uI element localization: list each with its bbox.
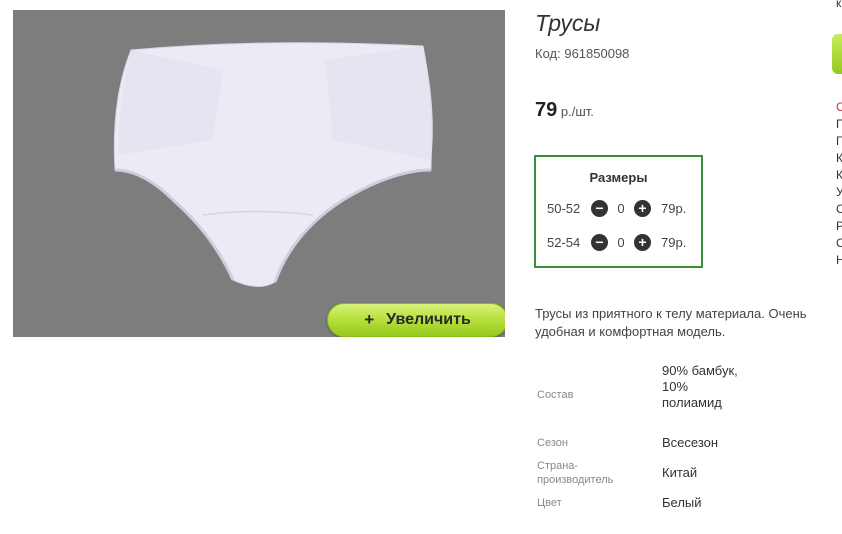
attr-label: Страна-производитель bbox=[537, 460, 614, 486]
product-code: Код: 961850098 bbox=[535, 46, 629, 61]
right-edge-text: У bbox=[836, 185, 842, 199]
size-row: 52-54 − 0 + 79р. bbox=[547, 232, 686, 252]
size-price: 79р. bbox=[661, 200, 687, 216]
size-label: 50-52 bbox=[547, 200, 581, 216]
product-image bbox=[113, 42, 433, 287]
plus-icon: + bbox=[364, 310, 375, 329]
attr-value: Белый bbox=[662, 495, 702, 510]
right-edge-text: П bbox=[836, 117, 842, 131]
minus-icon[interactable]: − bbox=[591, 233, 608, 251]
right-edge-text: К bbox=[836, 151, 842, 165]
zoom-button-label: Увеличить bbox=[386, 311, 471, 328]
quantity-value[interactable]: 0 bbox=[608, 201, 634, 216]
attr-label: Сезон bbox=[537, 437, 568, 449]
attr-value: 90% бамбук, 10% полиамид bbox=[662, 363, 738, 410]
side-green-tab[interactable] bbox=[832, 34, 842, 74]
right-edge-text: Н bbox=[836, 253, 842, 267]
product-description: Трусы из приятного к телу материала. Оче… bbox=[535, 306, 807, 339]
code-label: Код: bbox=[535, 46, 561, 61]
right-edge-text: Р bbox=[836, 219, 842, 233]
sizes-box: Размеры 50-52 − 0 + 79р. 52-54 − 0 + 79р… bbox=[534, 155, 703, 268]
sizes-title: Размеры bbox=[589, 170, 648, 185]
plus-icon[interactable]: + bbox=[634, 199, 651, 217]
price-unit: р./шт. bbox=[560, 104, 594, 119]
product-title: Трусы bbox=[535, 10, 601, 36]
right-edge-text: к bbox=[836, 0, 842, 10]
attr-label: Состав bbox=[537, 389, 574, 401]
right-edge-text: К bbox=[836, 168, 842, 182]
right-edge-text: Г bbox=[836, 134, 842, 148]
right-edge-text: С bbox=[836, 236, 842, 250]
right-edge-text: С bbox=[836, 100, 842, 114]
size-price: 79р. bbox=[661, 234, 687, 250]
zoom-button[interactable]: + Увеличить bbox=[327, 303, 505, 337]
product-photo[interactable]: + Увеличить bbox=[13, 10, 505, 337]
size-row: 50-52 − 0 + 79р. bbox=[547, 198, 686, 218]
size-label: 52-54 bbox=[547, 234, 581, 250]
product-price: 79 р./шт. bbox=[535, 99, 594, 122]
quantity-value[interactable]: 0 bbox=[608, 235, 634, 250]
price-value: 79 bbox=[535, 99, 558, 121]
plus-icon[interactable]: + bbox=[634, 233, 651, 251]
right-edge-text: С bbox=[836, 202, 842, 216]
attr-value: Всесезон bbox=[662, 435, 719, 450]
minus-icon[interactable]: − bbox=[591, 199, 608, 217]
attr-value: Китай bbox=[662, 465, 698, 480]
code-value: 961850098 bbox=[564, 46, 630, 61]
attr-label: Цвет bbox=[537, 497, 562, 509]
